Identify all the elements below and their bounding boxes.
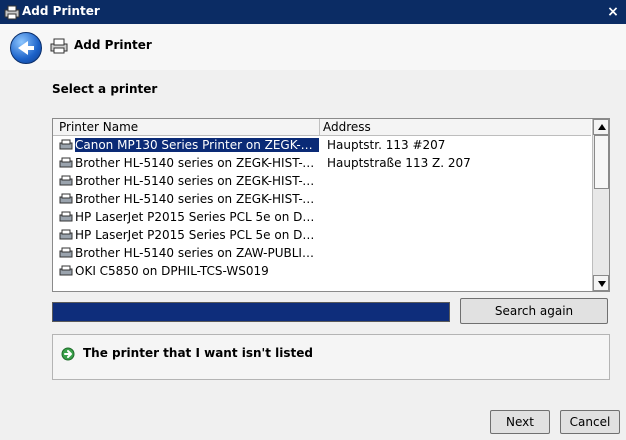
title-bar: Add Printer × [0, 0, 626, 24]
list-item[interactable]: Brother HL-5140 series on ZEGK-HIST-WS12… [53, 172, 591, 190]
window-title: Add Printer [22, 4, 100, 18]
list-rows: Canon MP130 Series Printer on ZEGK-HIST-… [53, 136, 591, 286]
back-arrow-icon[interactable] [10, 32, 42, 64]
next-button[interactable]: Next [490, 410, 550, 434]
wizard-content: Select a printer Printer Name Address Ca… [0, 70, 626, 440]
printer-icon [50, 38, 68, 54]
cancel-button[interactable]: Cancel [560, 410, 620, 434]
printer-icon [59, 247, 73, 258]
chevron-down-icon [598, 281, 606, 287]
add-printer-window: Add Printer × Add Printer Select a print… [0, 0, 626, 440]
printer-icon [59, 175, 73, 186]
close-icon[interactable]: × [604, 3, 622, 21]
printer-name: Brother HL-5140 series on ZEGK-HIST-WS15… [75, 156, 319, 170]
printer-address: Hauptstr. 113 #207 [327, 138, 446, 152]
printer-not-listed-label: The printer that I want isn't listed [83, 346, 313, 360]
search-progress-bar [52, 302, 450, 322]
column-printer-name[interactable]: Printer Name [59, 120, 138, 134]
printer-address: Hauptstraße 113 Z. 207 [327, 156, 471, 170]
printer-icon [59, 193, 73, 204]
scroll-thumb[interactable] [594, 135, 609, 189]
search-again-button[interactable]: Search again [460, 298, 608, 324]
list-item[interactable]: HP LaserJet P2015 Series PCL 5e on DPHIL… [53, 226, 591, 244]
section-title: Select a printer [52, 82, 158, 96]
cancel-label: Cancel [569, 415, 611, 429]
printer-name: Brother HL-5140 series on ZEGK-HIST-WS12… [75, 192, 319, 206]
printer-icon [59, 265, 73, 276]
list-item[interactable]: Brother HL-5140 series on ZEGK-HIST-WS12… [53, 190, 591, 208]
scroll-down-button[interactable] [593, 275, 609, 291]
column-address[interactable]: Address [323, 120, 371, 134]
printer-not-listed-link[interactable]: The printer that I want isn't listed [52, 334, 610, 380]
wizard-header: Add Printer [0, 24, 626, 70]
printer-name: OKI C5850 on DPHIL-TCS-WS019 [75, 264, 269, 278]
printer-icon [59, 229, 73, 240]
search-again-label: Search again [494, 304, 574, 318]
list-scrollbar[interactable] [592, 119, 609, 291]
list-item[interactable]: Brother HL-5140 series on ZAW-PUBLIC026 [53, 244, 591, 262]
printer-name: Canon MP130 Series Printer on ZEGK-HIST-… [75, 138, 319, 152]
printer-name: Brother HL-5140 series on ZEGK-HIST-WS12… [75, 174, 319, 188]
column-separator[interactable] [319, 119, 320, 135]
list-item-selected[interactable]: Canon MP130 Series Printer on ZEGK-HIST-… [53, 136, 591, 154]
printer-app-icon [4, 5, 20, 20]
green-arrow-icon [61, 347, 75, 361]
printer-name: HP LaserJet P2015 Series PCL 5e on DPHIL… [75, 228, 319, 242]
printer-name: Brother HL-5140 series on ZAW-PUBLIC026 [75, 246, 319, 260]
printer-icon [59, 211, 73, 222]
list-item[interactable]: OKI C5850 on DPHIL-TCS-WS019 [53, 262, 591, 280]
printer-name: HP LaserJet P2015 Series PCL 5e on DPHIL… [75, 210, 319, 224]
list-header: Printer Name Address [53, 119, 591, 136]
printer-icon [59, 157, 73, 168]
printer-icon [59, 139, 73, 150]
chevron-up-icon [598, 124, 606, 130]
scroll-up-button[interactable] [593, 119, 609, 135]
printer-list[interactable]: Printer Name Address Canon MP130 Series … [52, 118, 610, 292]
next-label: Next [506, 415, 534, 429]
list-item[interactable]: Brother HL-5140 series on ZEGK-HIST-WS15… [53, 154, 591, 172]
list-item[interactable]: HP LaserJet P2015 Series PCL 5e on DPHIL… [53, 208, 591, 226]
wizard-title: Add Printer [74, 38, 152, 52]
